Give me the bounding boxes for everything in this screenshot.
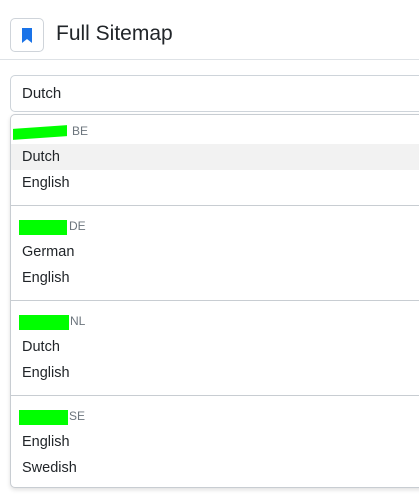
dropdown-option[interactable]: English — [11, 265, 419, 291]
page-header: Full Sitemap — [0, 0, 419, 60]
dropdown-option[interactable]: Dutch — [11, 334, 419, 360]
dropdown-option[interactable]: Swedish — [11, 455, 419, 481]
option-label: English — [22, 365, 70, 381]
group-code: NL — [70, 314, 86, 328]
group-divider — [11, 395, 419, 396]
dropdown-option[interactable]: German — [11, 239, 419, 265]
dropdown-option[interactable]: English — [11, 360, 419, 386]
group-header: SE — [11, 405, 419, 427]
group-code: DE — [69, 219, 86, 233]
language-dropdown-menu: BE Dutch English DE German English NL Du… — [10, 114, 419, 488]
dropdown-option[interactable]: English — [11, 170, 419, 196]
group-divider — [11, 205, 419, 206]
option-label: Dutch — [22, 339, 60, 355]
option-label: German — [22, 244, 75, 260]
redacted-block — [19, 220, 67, 235]
group-header: BE — [11, 120, 419, 142]
redacted-block — [19, 410, 68, 425]
dropdown-option[interactable]: English — [11, 429, 419, 455]
option-label: Dutch — [22, 149, 60, 165]
bookmark-icon — [22, 27, 32, 43]
option-label: English — [22, 175, 70, 191]
group-code: BE — [72, 124, 89, 138]
option-label: Swedish — [22, 460, 77, 476]
group-divider — [11, 300, 419, 301]
language-select-value: Dutch — [22, 85, 62, 102]
bookmark-button[interactable] — [10, 18, 44, 52]
group-header: NL — [11, 310, 419, 332]
group-header: DE — [11, 215, 419, 237]
group-code: SE — [69, 409, 86, 423]
dropdown-option[interactable]: Dutch — [11, 144, 419, 170]
option-label: English — [22, 434, 70, 450]
redacted-block — [13, 125, 67, 140]
redacted-block — [19, 315, 69, 330]
language-select[interactable]: Dutch — [10, 75, 419, 112]
option-label: English — [22, 270, 70, 286]
page-title: Full Sitemap — [56, 22, 173, 45]
